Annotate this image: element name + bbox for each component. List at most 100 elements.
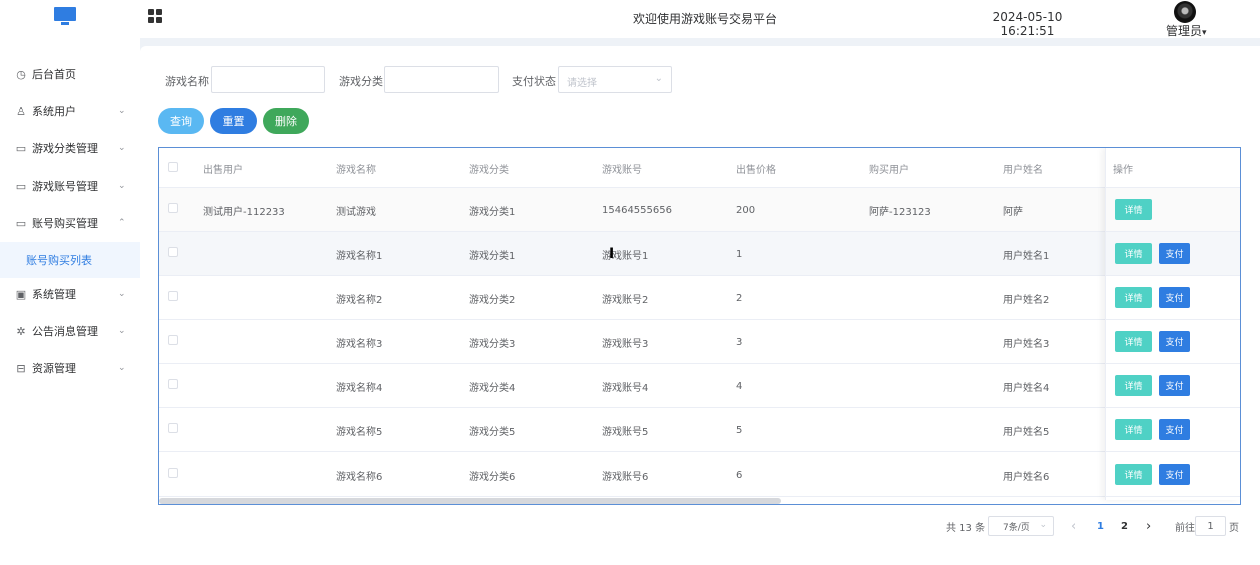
next-page-button[interactable]: ›: [1146, 516, 1151, 536]
sidebar-subitem-purchase-list[interactable]: 账号购买列表: [0, 242, 140, 278]
cell-username: 用户姓名4: [1003, 382, 1050, 394]
chevron-down-icon: ▾: [1202, 28, 1207, 38]
sidebar: ◷ 后台首页 ♙ 系统用户 ⌄ ▭ 游戏分类管理 ⌄ ▭ 游戏账号管理 ⌄ ▭ …: [0, 38, 140, 565]
cell-username: 用户姓名1: [1003, 250, 1050, 262]
cell-username: 用户姓名2: [1003, 294, 1050, 306]
row-checkbox[interactable]: [168, 291, 178, 301]
grid-icon[interactable]: [148, 9, 163, 24]
horizontal-scrollbar[interactable]: [159, 498, 781, 504]
sidebar-item-label: 游戏账号管理: [32, 180, 98, 193]
cell-category: 游戏分类1: [469, 250, 516, 262]
sidebar-item-game-category[interactable]: ▭ 游戏分类管理 ⌄: [0, 130, 140, 166]
chevron-down-icon: ⌄: [118, 363, 126, 373]
category-input[interactable]: [384, 66, 499, 93]
chevron-down-icon: ⌄: [654, 73, 663, 84]
sidebar-item-resources[interactable]: ⊟ 资源管理 ⌄: [0, 350, 140, 386]
monitor-icon: [54, 7, 76, 25]
page-size-value: 7条/页: [1003, 522, 1030, 533]
box-icon: ⊟: [16, 361, 26, 375]
sidebar-item-label: 资源管理: [32, 362, 76, 375]
table-row[interactable]: 测试用户-112233 测试游戏 游戏分类1 15464555656 200 阿…: [159, 188, 1240, 232]
cell-account: 游戏账号4: [602, 382, 649, 394]
user-icon: ♙: [16, 104, 26, 118]
top-bar: 欢迎使用游戏账号交易平台 2024-05-10 16:21:51 管理员▾: [0, 0, 1260, 38]
cell-username: 阿萨: [1003, 206, 1023, 218]
reset-button[interactable]: 重置: [210, 108, 257, 134]
table-row[interactable]: 游戏名称1 游戏分类1 游戏账号1 1 用户姓名1 详情 支付: [159, 232, 1240, 276]
card-icon: ▭: [15, 179, 27, 193]
page-1-button[interactable]: 1: [1097, 516, 1104, 536]
row-checkbox[interactable]: [168, 247, 178, 257]
cell-game-name: 游戏名称4: [336, 382, 383, 394]
row-checkbox[interactable]: [168, 379, 178, 389]
sidebar-item-account-purchase[interactable]: ▭ 账号购买管理 ⌃: [0, 205, 140, 241]
cell-account: 游戏账号2: [602, 294, 649, 306]
card-icon: ▭: [15, 141, 27, 155]
sidebar-item-announcements[interactable]: ✲ 公告消息管理 ⌄: [0, 313, 140, 349]
cell-category: 游戏分类1: [469, 206, 516, 218]
page-size-select[interactable]: 7条/页 ⌄: [988, 516, 1054, 536]
chevron-down-icon: ⌄: [118, 106, 126, 116]
sidebar-item-label: 账号购买管理: [32, 217, 98, 230]
cell-buyer: 阿萨-123123: [869, 206, 931, 218]
cell-game-name: 游戏名称6: [336, 471, 383, 483]
sidebar-item-label: 公告消息管理: [32, 325, 98, 338]
cell-username: 用户姓名3: [1003, 338, 1050, 350]
cell-game-name: 游戏名称1: [336, 250, 383, 262]
cell-category: 游戏分类5: [469, 426, 516, 438]
select-all-checkbox[interactable]: [168, 162, 178, 172]
card-icon: ▭: [15, 216, 27, 230]
cell-account: 游戏账号3: [602, 338, 649, 350]
sidebar-item-dashboard[interactable]: ◷ 后台首页: [0, 56, 140, 92]
query-button[interactable]: 查询: [158, 108, 204, 134]
cell-game-name: 游戏名称2: [336, 294, 383, 306]
chevron-down-icon: ⌄: [118, 181, 126, 191]
game-name-input[interactable]: [211, 66, 325, 93]
cell-price: 3: [736, 336, 743, 348]
cell-username: 用户姓名6: [1003, 471, 1050, 483]
table-row[interactable]: 游戏名称3 游戏分类3 游戏账号3 3 用户姓名3 详情 支付: [159, 320, 1240, 364]
cell-username: 用户姓名5: [1003, 426, 1050, 438]
cell-category: 游戏分类4: [469, 382, 516, 394]
pay-status-select[interactable]: 请选择 ⌄: [558, 66, 672, 93]
cell-game-name: 游戏名称5: [336, 426, 383, 438]
table-row[interactable]: 游戏名称2 游戏分类2 游戏账号2 2 用户姓名2 详情 支付: [159, 276, 1240, 320]
sidebar-item-game-account[interactable]: ▭ 游戏账号管理 ⌄: [0, 168, 140, 204]
col-category: 游戏分类: [469, 164, 509, 176]
text-cursor-icon: I: [609, 246, 615, 262]
sidebar-item-label: 后台首页: [32, 68, 76, 81]
cell-game-name: 测试游戏: [336, 206, 376, 218]
sidebar-item-system-management[interactable]: ▣ 系统管理 ⌄: [0, 276, 140, 312]
pay-status-placeholder: 请选择: [567, 78, 597, 89]
cell-account: 15464555656: [602, 204, 672, 216]
delete-button[interactable]: 删除: [263, 108, 309, 134]
table-row[interactable]: 游戏名称5 游戏分类5 游戏账号5 5 用户姓名5 详情 支付: [159, 408, 1240, 452]
cell-account: 游戏账号5: [602, 426, 649, 438]
user-menu[interactable]: 管理员▾: [1166, 22, 1207, 39]
sidebar-item-label: 游戏分类管理: [32, 142, 98, 155]
table-row[interactable]: 游戏名称4 游戏分类4 游戏账号4 4 用户姓名4 详情 支付: [159, 364, 1240, 408]
avatar[interactable]: [1174, 1, 1196, 23]
sidebar-item-label: 系统管理: [32, 288, 76, 301]
row-checkbox[interactable]: [168, 468, 178, 478]
cell-category: 游戏分类3: [469, 338, 516, 350]
prev-page-button[interactable]: ‹: [1071, 516, 1076, 536]
chevron-down-icon: ⌄: [118, 289, 126, 299]
chevron-down-icon: ⌄: [118, 326, 126, 336]
table-row[interactable]: 游戏名称6 游戏分类6 游戏账号6 6 用户姓名6 详情 支付: [159, 453, 1240, 497]
page-2-button[interactable]: 2: [1121, 516, 1128, 536]
cell-price: 1: [736, 248, 743, 260]
row-checkbox[interactable]: [168, 423, 178, 433]
sidebar-subitem-label: 账号购买列表: [26, 254, 92, 267]
goto-page-input[interactable]: 1: [1195, 516, 1226, 536]
sidebar-item-system-users[interactable]: ♙ 系统用户 ⌄: [0, 93, 140, 129]
row-checkbox[interactable]: [168, 203, 178, 213]
cell-seller: 测试用户-112233: [203, 206, 285, 218]
cell-game-name: 游戏名称3: [336, 338, 383, 350]
row-checkbox[interactable]: [168, 335, 178, 345]
category-label: 游戏分类: [339, 75, 383, 88]
sidebar-item-label: 系统用户: [32, 105, 76, 118]
chevron-up-icon: ⌃: [118, 218, 126, 228]
site-title: 欢迎使用游戏账号交易平台: [632, 12, 777, 26]
purchase-table: 出售用户 游戏名称 游戏分类 游戏账号 出售价格 购买用户 用户姓名 操作 测试…: [158, 147, 1241, 505]
